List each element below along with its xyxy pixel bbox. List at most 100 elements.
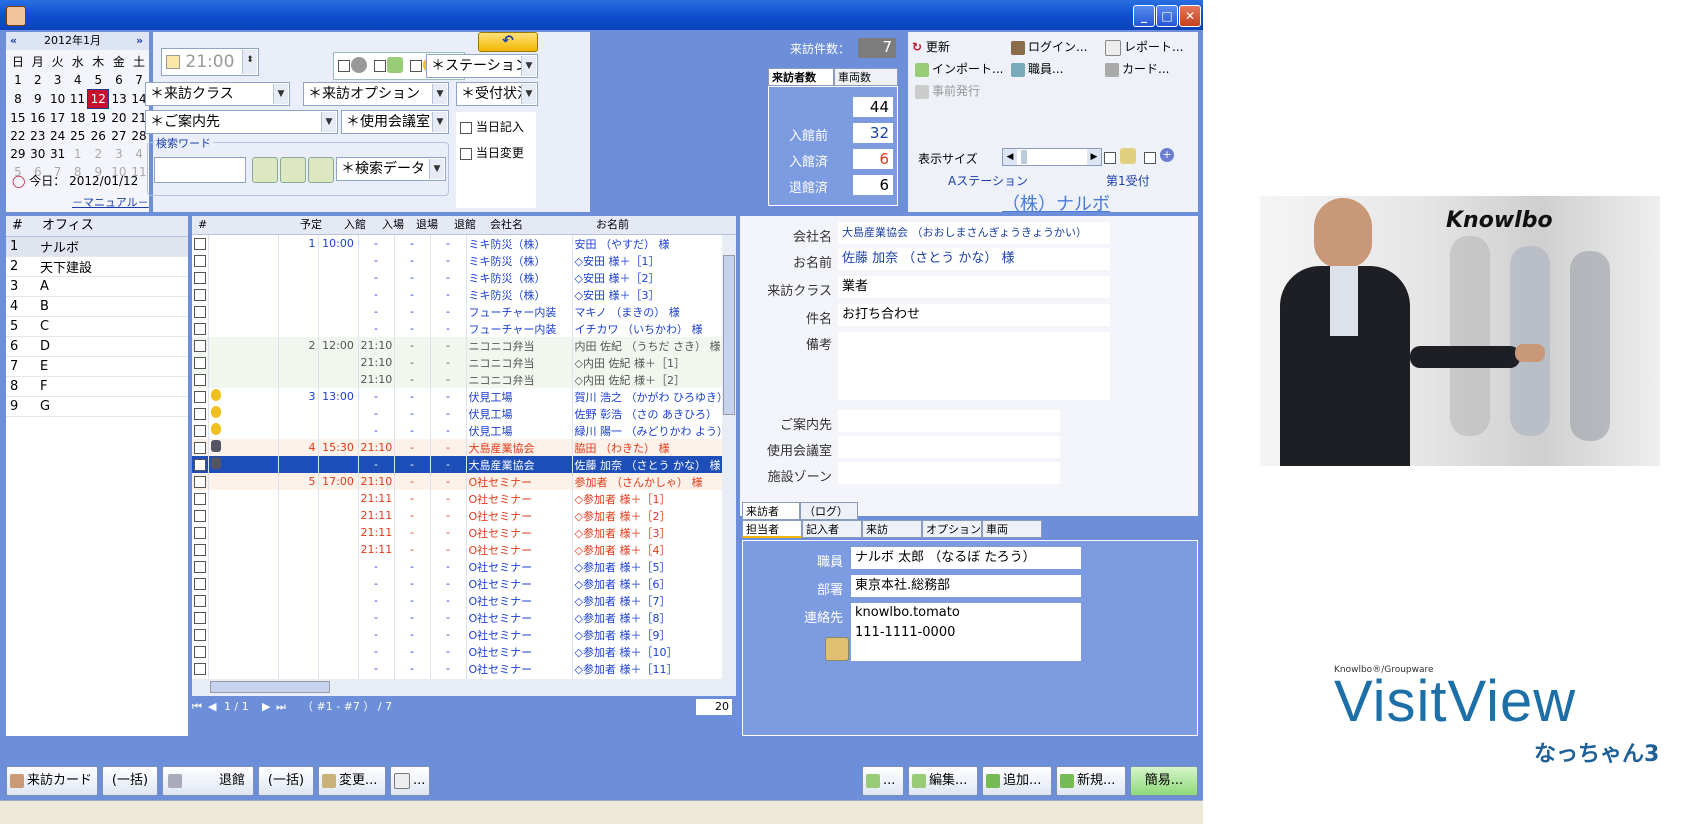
calendar-day[interactable]: 8 <box>8 90 28 109</box>
row-check[interactable] <box>192 405 209 422</box>
search-input[interactable] <box>154 157 246 183</box>
staff-button[interactable]: 職員... <box>1008 60 1063 77</box>
row-check[interactable] <box>192 507 209 524</box>
calendar-day[interactable]: 4 <box>129 145 149 163</box>
station-select[interactable]: ＊ステーション ▼ <box>426 54 538 78</box>
calendar-day[interactable]: 20 <box>109 109 129 128</box>
calendar-day[interactable]: 31 <box>48 145 68 163</box>
report-button[interactable]: レポート... <box>1102 38 1183 56</box>
visit-row[interactable]: - - - O社セミナー ◇参加者 様＋［10］ <box>192 643 722 660</box>
undo-icon[interactable]: ↶ <box>478 32 538 52</box>
today-date[interactable]: 2012/01/12 <box>69 174 138 188</box>
visit-class-select[interactable]: ＊来訪クラス ▼ <box>145 82 290 106</box>
tab-visitor[interactable]: 来訪者 <box>742 502 800 520</box>
search-edit-icon[interactable] <box>280 157 306 183</box>
page-size-input[interactable]: 20 <box>696 699 732 715</box>
zoom-icon[interactable] <box>1120 148 1136 164</box>
tab-writer[interactable]: 記入者 <box>802 520 862 538</box>
minimize-button[interactable]: _ <box>1133 5 1155 27</box>
calendar-day[interactable]: 29 <box>8 145 28 163</box>
row-check[interactable] <box>192 643 209 660</box>
calendar-day[interactable]: 23 <box>28 127 48 145</box>
time-spin-icon[interactable]: ⬍ <box>242 50 257 74</box>
office-row[interactable]: 3A <box>6 276 188 297</box>
calendar-day[interactable]: 1 <box>8 71 28 90</box>
calendar-day[interactable]: 24 <box>48 127 68 145</box>
office-row[interactable]: 1 ナルボ <box>6 237 188 257</box>
slider-thumb[interactable] <box>1021 150 1027 164</box>
visit-row[interactable]: - - - 伏見工場 佐野 彰浩 （さの あきひろ） <box>192 405 722 422</box>
row-check[interactable] <box>192 541 209 558</box>
row-check[interactable] <box>192 558 209 575</box>
pre-issue-button[interactable]: 事前発行 <box>912 82 980 99</box>
visit-row[interactable]: - - - O社セミナー ◇参加者 様＋［9］ <box>192 626 722 643</box>
visit-vscroll[interactable] <box>722 235 736 679</box>
visit-card-button[interactable]: 来訪カード <box>6 766 98 796</box>
visit-row[interactable]: - - - O社セミナー ◇参加者 様＋［8］ <box>192 609 722 626</box>
visit-option-select[interactable]: ＊来訪オプション ▼ <box>303 82 449 106</box>
simple-button[interactable]: 簡易... <box>1130 766 1198 796</box>
calendar-day[interactable]: 3 <box>109 145 129 163</box>
chevron-left-icon[interactable]: ◀ <box>1003 149 1017 165</box>
reception-status-select[interactable]: ＊受付状況 ▼ <box>456 82 538 106</box>
contact-field[interactable]: knowlbo.tomato 111-1111-0000 <box>851 603 1081 661</box>
office-row[interactable]: 7E <box>6 356 188 377</box>
company-field[interactable]: 大島産業協会 （おおしまさんぎょうきょうかい） <box>838 222 1110 244</box>
contact-book-icon[interactable] <box>825 637 849 661</box>
row-check[interactable] <box>192 269 209 286</box>
row-check[interactable] <box>192 388 209 405</box>
row-check[interactable] <box>192 286 209 303</box>
bulk-button-2[interactable]: (一括) <box>258 766 314 796</box>
visit-row[interactable]: 21:11- - O社セミナー ◇参加者 様＋［4］ <box>192 541 722 558</box>
calendar-day[interactable]: 6 <box>109 71 129 90</box>
visit-row[interactable]: - - - O社セミナー ◇参加者 様＋［11］ <box>192 660 722 677</box>
visit-row[interactable]: - - - ミキ防災（株） ◇安田 様＋［2］ <box>192 269 722 286</box>
office-row[interactable]: 5C <box>6 316 188 337</box>
tab-staff[interactable]: 担当者 <box>742 520 802 538</box>
row-check[interactable] <box>192 575 209 592</box>
row-check[interactable] <box>192 456 209 473</box>
office-row[interactable]: 2 天下建設 <box>6 256 188 277</box>
visit-row[interactable]: - - - フューチャー内装 イチカワ （いちかわ） 様 <box>192 320 722 337</box>
row-check[interactable] <box>192 422 209 439</box>
room-select[interactable]: ＊使用会議室 ▼ <box>341 110 449 134</box>
calendar-day[interactable]: 3 <box>48 71 68 90</box>
visit-row[interactable]: 21:11- - O社セミナー ◇参加者 様＋［2］ <box>192 507 722 524</box>
filter-check-3[interactable] <box>410 60 422 72</box>
row-check[interactable] <box>192 235 209 252</box>
visit-row[interactable]: 21:11- - O社セミナー ◇参加者 様＋［3］ <box>192 524 722 541</box>
zoom-check[interactable] <box>1104 150 1116 164</box>
class-field[interactable]: 業者 <box>838 276 1110 298</box>
visit-row[interactable]: - - - 大島産業協会 佐藤 加奈 （さとう かな） 様 <box>192 456 722 473</box>
checkout-button[interactable]: 退館 <box>162 766 254 796</box>
add-circle-icon[interactable]: + <box>1160 148 1174 162</box>
zone-field[interactable] <box>838 462 1060 484</box>
calendar-day[interactable]: 9 <box>28 90 48 109</box>
visit-row[interactable]: - - - フューチャー内装 マキノ （まきの） 様 <box>192 303 722 320</box>
memo-button[interactable]: ... <box>390 766 430 796</box>
visit-row[interactable]: 2 12:00 21:10- - ニコニコ弁当 内田 佐紀 （うちだ さき） 様 <box>192 337 722 354</box>
close-button[interactable]: ✕ <box>1179 5 1201 27</box>
change-button[interactable]: 変更... <box>318 766 386 796</box>
office-row[interactable]: 8F <box>6 376 188 397</box>
calendar-day[interactable]: 19 <box>88 109 109 128</box>
search-data-select[interactable]: ＊検索データ ▼ <box>336 157 446 181</box>
visit-row[interactable]: - - - ミキ防災（株） ◇安田 様＋［3］ <box>192 286 722 303</box>
add-button[interactable]: 追加... <box>982 766 1052 796</box>
calendar-next-button[interactable]: » <box>136 32 143 50</box>
visit-row[interactable]: 1 10:00- - - ミキ防災（株） 安田 （やすだ） 様 <box>192 235 722 252</box>
time-input[interactable]: 21:00 ⬍ <box>161 48 259 76</box>
row-check[interactable] <box>192 660 209 677</box>
visit-row[interactable]: - - - O社セミナー ◇参加者 様＋［5］ <box>192 558 722 575</box>
card-button[interactable]: カード... <box>1102 60 1169 77</box>
row-check[interactable] <box>192 473 209 490</box>
note-field[interactable] <box>838 332 1110 400</box>
tab-visitors[interactable]: 来訪者数 <box>768 68 834 86</box>
edit-button[interactable]: 編集... <box>908 766 978 796</box>
pager-prev-icon[interactable]: ◀ <box>208 698 216 716</box>
calendar-day-selected[interactable]: 12 <box>87 89 110 109</box>
office-row[interactable]: 4B <box>6 296 188 317</box>
calendar-day[interactable]: 17 <box>48 109 68 128</box>
search-people-icon[interactable] <box>252 157 278 183</box>
calendar-day[interactable]: 5 <box>88 71 109 90</box>
